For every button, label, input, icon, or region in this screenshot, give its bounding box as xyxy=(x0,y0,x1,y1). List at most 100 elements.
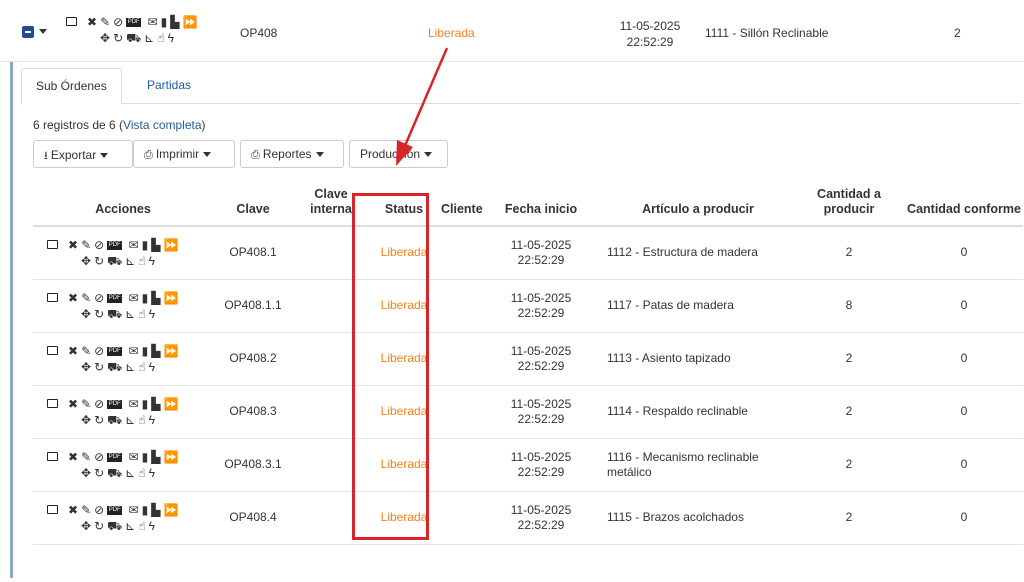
truck-icon[interactable]: ⛟ xyxy=(107,413,122,427)
move-icon[interactable]: ✥ xyxy=(81,466,91,480)
production-button[interactable]: Producción xyxy=(349,140,448,168)
edit-icon[interactable]: ✎ xyxy=(81,503,91,517)
attach-icon[interactable]: ⊘ xyxy=(94,238,104,252)
bolt-icon[interactable]: ϟ xyxy=(168,31,174,45)
mobile-icon[interactable]: ▮ xyxy=(142,238,149,252)
col-fecha-inicio[interactable]: Fecha inicio xyxy=(479,182,603,227)
barcode-icon[interactable]: ▙ xyxy=(151,397,160,411)
id-card-icon[interactable] xyxy=(47,345,58,355)
attach-icon[interactable]: ⊘ xyxy=(113,15,123,29)
col-cliente[interactable]: Cliente xyxy=(439,182,483,227)
id-card-icon[interactable] xyxy=(47,451,58,461)
mobile-icon[interactable]: ▮ xyxy=(142,291,149,305)
edit-icon[interactable]: ✎ xyxy=(100,15,110,29)
edit-icon[interactable]: ✎ xyxy=(81,238,91,252)
id-card-icon[interactable] xyxy=(47,239,58,249)
hand-icon[interactable]: ☝ xyxy=(138,519,145,533)
forward-icon[interactable]: ⏩ xyxy=(163,450,178,464)
forward-icon[interactable]: ⏩ xyxy=(163,344,178,358)
hand-icon[interactable]: ☝ xyxy=(138,360,145,374)
col-clave-interna[interactable]: Clave interna xyxy=(293,182,369,227)
mail-icon[interactable]: ✉ xyxy=(129,450,139,464)
barcode-icon[interactable]: ▙ xyxy=(170,15,179,29)
mail-icon[interactable]: ✉ xyxy=(148,15,158,29)
barcode-icon[interactable]: ▙ xyxy=(151,291,160,305)
refresh-icon[interactable]: ↻ xyxy=(94,466,104,480)
table-row[interactable]: ✖ ✎ ⊘ PDF ✉ ▮ ▙ ⏩ ✥ ↻ ⛟ ⊾ ☝ ϟ OP408.4 Liberada 11-0… xyxy=(33,491,1023,545)
table-row[interactable]: ✖ ✎ ⊘ PDF ✉ ▮ ▙ ⏩ ✥ ↻ ⛟ ⊾ ☝ ϟ OP408.1 Liberada 11-0… xyxy=(33,226,1023,280)
attach-icon[interactable]: ⊘ xyxy=(94,291,104,305)
print-button[interactable]: ⎙ Imprimir xyxy=(133,140,235,168)
truck-icon[interactable]: ⛟ xyxy=(107,307,122,321)
hand-icon[interactable]: ☝ xyxy=(157,31,164,45)
edit-icon[interactable]: ✎ xyxy=(81,291,91,305)
refresh-icon[interactable]: ↻ xyxy=(113,31,123,45)
dolly-icon[interactable]: ⊾ xyxy=(125,307,135,321)
dolly-icon[interactable]: ⊾ xyxy=(125,519,135,533)
col-clave[interactable]: Clave xyxy=(213,182,293,227)
id-card-icon[interactable] xyxy=(47,398,58,408)
edit-icon[interactable]: ✎ xyxy=(81,450,91,464)
id-card-icon[interactable] xyxy=(47,504,58,514)
attach-icon[interactable]: ⊘ xyxy=(94,397,104,411)
tab-sub-ordenes[interactable]: Sub Órdenes xyxy=(21,68,122,105)
dolly-icon[interactable]: ⊾ xyxy=(125,360,135,374)
pdf-icon[interactable]: PDF xyxy=(107,241,123,251)
pdf-icon[interactable]: PDF xyxy=(126,18,142,28)
refresh-icon[interactable]: ↻ xyxy=(94,254,104,268)
edit-icon[interactable]: ✎ xyxy=(81,344,91,358)
hand-icon[interactable]: ☝ xyxy=(138,466,145,480)
forward-icon[interactable]: ⏩ xyxy=(163,503,178,517)
forward-icon[interactable]: ⏩ xyxy=(163,291,178,305)
refresh-icon[interactable]: ↻ xyxy=(94,413,104,427)
forward-icon[interactable]: ⏩ xyxy=(163,238,178,252)
mobile-icon[interactable]: ▮ xyxy=(142,397,149,411)
id-card-icon[interactable] xyxy=(66,17,77,26)
forward-icon[interactable]: ⏩ xyxy=(182,15,197,29)
bolt-icon[interactable]: ϟ xyxy=(149,466,155,480)
barcode-icon[interactable]: ▙ xyxy=(151,503,160,517)
hand-icon[interactable]: ☝ xyxy=(138,307,145,321)
refresh-icon[interactable]: ↻ xyxy=(94,519,104,533)
collapse-toggle-icon[interactable] xyxy=(22,26,34,38)
col-status[interactable]: Status xyxy=(369,182,439,227)
move-icon[interactable]: ✥ xyxy=(81,360,91,374)
delete-icon[interactable]: ✖ xyxy=(68,503,78,517)
dolly-icon[interactable]: ⊾ xyxy=(144,31,154,45)
forward-icon[interactable]: ⏩ xyxy=(163,397,178,411)
mail-icon[interactable]: ✉ xyxy=(129,397,139,411)
table-row[interactable]: ✖ ✎ ⊘ PDF ✉ ▮ ▙ ⏩ ✥ ↻ ⛟ ⊾ ☝ ϟ OP408.1.1 Liberada 11… xyxy=(33,279,1023,333)
table-row[interactable]: ✖ ✎ ⊘ PDF ✉ ▮ ▙ ⏩ ✥ ↻ ⛟ ⊾ ☝ ϟ OP408.3.1 Liberada 11… xyxy=(33,438,1023,492)
move-icon[interactable]: ✥ xyxy=(100,31,110,45)
attach-icon[interactable]: ⊘ xyxy=(94,344,104,358)
mail-icon[interactable]: ✉ xyxy=(129,291,139,305)
bolt-icon[interactable]: ϟ xyxy=(149,307,155,321)
move-icon[interactable]: ✥ xyxy=(81,307,91,321)
bolt-icon[interactable]: ϟ xyxy=(149,413,155,427)
mobile-icon[interactable]: ▮ xyxy=(161,15,168,29)
pdf-icon[interactable]: PDF xyxy=(107,505,123,515)
refresh-icon[interactable]: ↻ xyxy=(94,360,104,374)
attach-icon[interactable]: ⊘ xyxy=(94,450,104,464)
row-menu-caret-icon[interactable] xyxy=(39,29,47,34)
col-articulo[interactable]: Artículo a producir xyxy=(603,182,793,227)
mobile-icon[interactable]: ▮ xyxy=(142,344,149,358)
delete-icon[interactable]: ✖ xyxy=(68,344,78,358)
barcode-icon[interactable]: ▙ xyxy=(151,344,160,358)
move-icon[interactable]: ✥ xyxy=(81,519,91,533)
move-icon[interactable]: ✥ xyxy=(81,254,91,268)
table-row[interactable]: ✖ ✎ ⊘ PDF ✉ ▮ ▙ ⏩ ✥ ↻ ⛟ ⊾ ☝ ϟ OP408.3 Liberada 11-0… xyxy=(33,385,1023,439)
truck-icon[interactable]: ⛟ xyxy=(107,254,122,268)
export-button[interactable]: ⭳ Exportar xyxy=(33,140,133,168)
barcode-icon[interactable]: ▙ xyxy=(151,238,160,252)
id-card-icon[interactable] xyxy=(47,292,58,302)
bolt-icon[interactable]: ϟ xyxy=(149,254,155,268)
tab-partidas[interactable]: Partidas xyxy=(133,68,205,105)
attach-icon[interactable]: ⊘ xyxy=(94,503,104,517)
col-cantidad-producir[interactable]: Cantidad a producir xyxy=(793,182,905,227)
delete-icon[interactable]: ✖ xyxy=(68,238,78,252)
pdf-icon[interactable]: PDF xyxy=(107,293,123,303)
truck-icon[interactable]: ⛟ xyxy=(126,31,141,45)
mail-icon[interactable]: ✉ xyxy=(129,238,139,252)
pdf-icon[interactable]: PDF xyxy=(107,399,123,409)
